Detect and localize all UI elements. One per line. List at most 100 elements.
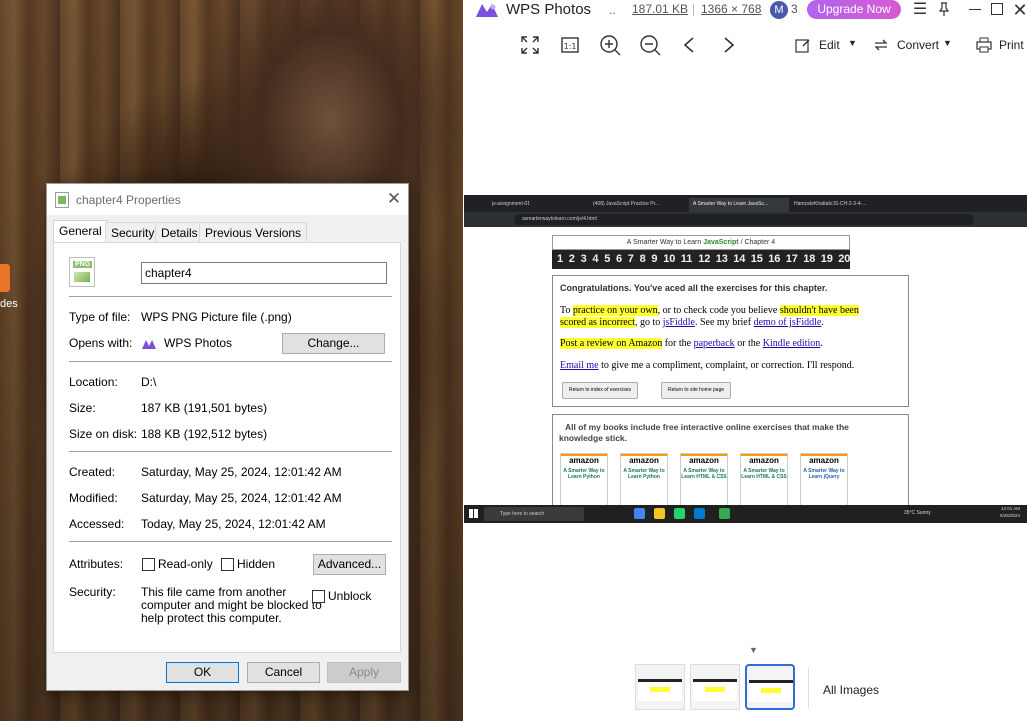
thumbnail-2[interactable] — [690, 664, 740, 710]
notification-count: 3 — [791, 2, 798, 16]
book-cover: amazon A Smarter Way to Learn jQuery — [800, 453, 848, 508]
divider — [693, 4, 694, 16]
desktop-shortcut-label: des — [0, 298, 18, 310]
desktop-shortcut-icon[interactable] — [0, 264, 10, 292]
convert-icon[interactable] — [873, 37, 889, 53]
chapter-link: 14 — [733, 253, 746, 265]
congrats-heading: Congratulations. You've aced all the exe… — [560, 283, 828, 293]
zoom-out-icon[interactable] — [639, 34, 661, 56]
close-window-icon[interactable]: ✕ — [1009, 0, 1027, 21]
chapter-link: 3 — [580, 253, 587, 265]
hidden-label: Hidden — [237, 557, 276, 571]
dialog-title-bar[interactable]: chapter4 Properties ✕ — [47, 184, 408, 215]
chapter-link: 5 — [604, 253, 611, 265]
attributes-label: Attributes: — [69, 557, 124, 571]
divider — [69, 451, 392, 452]
readonly-checkbox[interactable] — [142, 558, 155, 571]
unblock-checkbox[interactable] — [312, 590, 325, 603]
accessed-value: Today, May 25, 2024, 12:01:42 AM — [141, 517, 326, 531]
convert-dropdown-icon[interactable]: ▼ — [943, 38, 952, 48]
chapter-link: 15 — [750, 253, 763, 265]
chapter-link: 1 — [557, 253, 564, 265]
tab-security[interactable]: Security — [105, 222, 161, 242]
edit-icon[interactable] — [795, 37, 811, 53]
paragraph-3: Email me to give me a compliment, compla… — [560, 360, 855, 371]
location-label: Location: — [69, 375, 118, 389]
divider — [69, 361, 392, 362]
upgrade-button[interactable]: Upgrade Now — [807, 0, 901, 19]
file-size: 187.01 KB — [632, 2, 689, 16]
chapter-link: 9 — [651, 253, 658, 265]
chapter-link: 19 — [820, 253, 833, 265]
avatar[interactable]: M — [770, 1, 788, 19]
folder-taskbar-icon — [654, 508, 665, 519]
change-button[interactable]: Change... — [282, 333, 385, 354]
previous-icon[interactable] — [682, 36, 696, 54]
convert-button[interactable]: Convert — [897, 38, 939, 52]
advanced-button[interactable]: Advanced... — [313, 554, 386, 575]
created-value: Saturday, May 25, 2024, 12:01:42 AM — [141, 465, 342, 479]
print-icon[interactable] — [976, 37, 992, 53]
chapter-number-bar: 1 2 3 4 5 6 7 8 9 10 11 12 13 14 15 16 17 18 19 20 — [552, 250, 850, 269]
more-dots[interactable]: .. — [609, 3, 616, 17]
books-text-line2: knowledge stick. — [559, 433, 628, 443]
zoom-in-icon[interactable] — [599, 34, 621, 56]
size-on-disk-value: 188 KB (192,512 bytes) — [141, 427, 268, 441]
close-icon[interactable]: ✕ — [383, 189, 405, 209]
return-index-button: Return to index of exercises — [562, 382, 638, 399]
taskbar-search: Type here to search — [484, 507, 584, 521]
book-cover: amazon A Smarter Way to Learn Python — [620, 453, 668, 508]
thumbnail-3-selected[interactable] — [745, 664, 795, 710]
thumbnail-1[interactable] — [635, 664, 685, 710]
location-value: D:\ — [141, 375, 157, 389]
next-icon[interactable] — [722, 36, 736, 54]
thumbnail-collapse-icon[interactable]: ▼ — [749, 645, 758, 655]
taskbar-weather: 35°C Sunny — [904, 510, 931, 516]
windows-start-icon — [469, 509, 478, 518]
chapter-link: 7 — [627, 253, 634, 265]
svg-text:1:1: 1:1 — [564, 42, 577, 51]
dialog-title: chapter4 Properties — [76, 193, 181, 207]
fit-screen-icon[interactable] — [520, 35, 540, 55]
actual-size-icon[interactable]: 1:1 — [560, 35, 580, 55]
apply-button[interactable]: Apply — [327, 662, 401, 683]
book-cover: amazon A Smarter Way to Learn HTML & CSS — [680, 453, 728, 508]
cancel-button[interactable]: Cancel — [247, 662, 320, 683]
edit-dropdown-icon[interactable]: ▼ — [848, 38, 857, 48]
wps-logo-icon — [476, 4, 498, 17]
browser-tab-active: A Smarter Way to Learn JavaSc... — [689, 198, 789, 212]
browser-tab: js-assignment-01 — [492, 201, 531, 207]
ok-button[interactable]: OK — [166, 662, 239, 683]
pin-icon[interactable] — [937, 2, 951, 16]
divider — [808, 668, 809, 708]
image-dimensions: 1366 × 768 — [701, 2, 762, 16]
type-value: WPS PNG Picture file (.png) — [141, 310, 292, 324]
paragraph-1-line2: scored as incorrect, go to jsFiddle. See… — [560, 317, 824, 328]
file-name-input[interactable]: chapter4 — [141, 262, 387, 284]
tab-general[interactable]: General — [53, 220, 108, 243]
chapter-link: 2 — [568, 253, 575, 265]
maximize-icon[interactable] — [991, 3, 1003, 15]
browser-tab: HamzaIeKhattak/JS-CH-2-3-4-... — [794, 201, 867, 207]
chapter-link: 11 — [680, 253, 693, 265]
chapter-link: 8 — [639, 253, 646, 265]
type-label: Type of file: — [69, 310, 131, 324]
chapter-link: 16 — [768, 253, 781, 265]
png-file-icon: PNG — [69, 257, 95, 287]
browser-url: asmarterwaytolearn.com/js/4.html — [514, 214, 974, 225]
minimize-icon[interactable] — [969, 9, 981, 10]
chrome-taskbar-icon — [719, 508, 730, 519]
paragraph-1-line1: To practice on your own, or to check cod… — [560, 305, 859, 316]
opens-with-label: Opens with: — [69, 336, 133, 350]
print-button[interactable]: Print — [999, 38, 1024, 52]
tab-previous-versions[interactable]: Previous Versions — [199, 222, 308, 242]
chapter-link: 6 — [616, 253, 623, 265]
all-images-link[interactable]: All Images — [823, 683, 879, 697]
tab-details[interactable]: Details — [155, 222, 204, 242]
taskbar-date: 5/25/2024 — [1000, 513, 1021, 518]
edit-button[interactable]: Edit — [819, 38, 840, 52]
hidden-checkbox[interactable] — [221, 558, 234, 571]
chapter-link: 12 — [698, 253, 711, 265]
modified-value: Saturday, May 25, 2024, 12:01:42 AM — [141, 491, 342, 505]
menu-icon[interactable]: ☰ — [909, 0, 931, 21]
